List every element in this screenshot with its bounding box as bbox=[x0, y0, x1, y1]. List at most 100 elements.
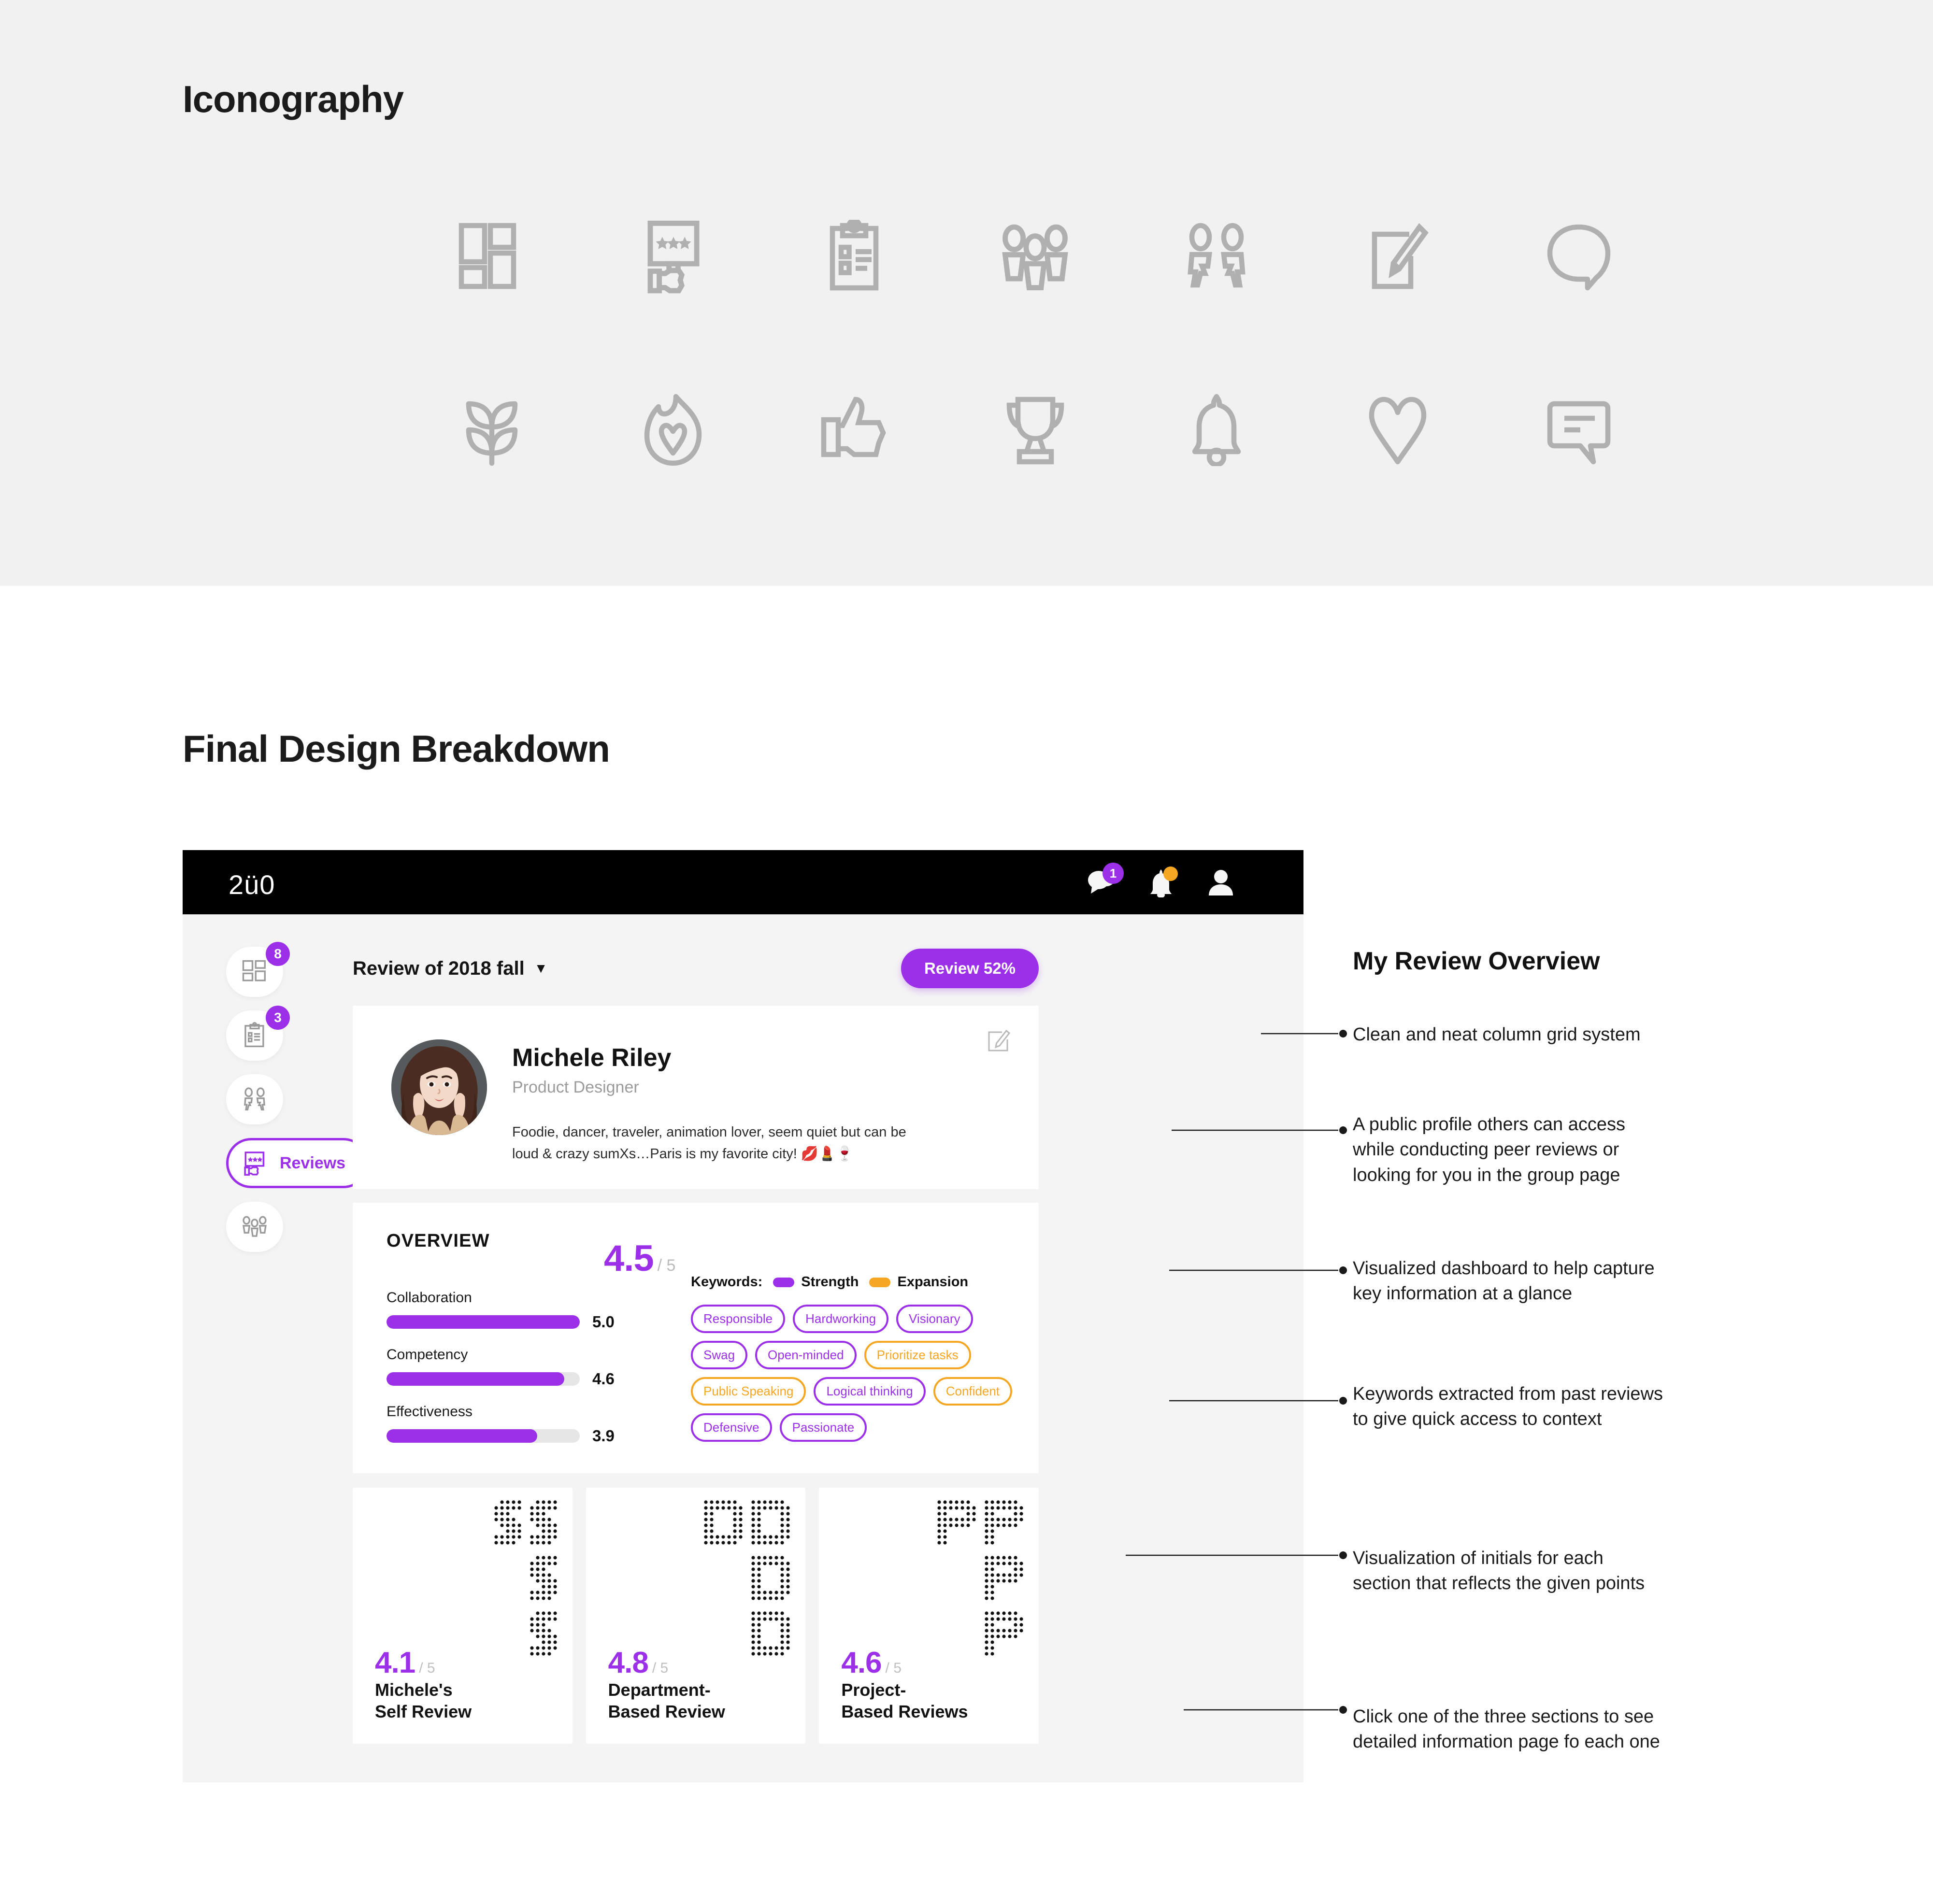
section-card-score: 4.6 bbox=[841, 1646, 882, 1679]
overview-heading: OVERVIEW bbox=[387, 1231, 490, 1251]
overview-card: OVERVIEW 4.5 / 5 Collaboration 5.0 Compe bbox=[353, 1203, 1039, 1473]
section-card-score-group: 4.6/ 5 bbox=[841, 1646, 902, 1680]
chat-icon[interactable]: 1 bbox=[1086, 863, 1124, 897]
metric-list: Collaboration 5.0 Competency 4.6 Effecti… bbox=[387, 1290, 657, 1461]
header-actions: 1 bbox=[1086, 863, 1236, 897]
metric-progress-fill bbox=[387, 1429, 537, 1443]
section-card-label: Department- Based Review bbox=[608, 1680, 725, 1721]
edit-pencil-note-icon bbox=[1307, 193, 1488, 319]
chat-unread-badge: 1 bbox=[1103, 863, 1124, 884]
review-progress-button[interactable]: Review 52% bbox=[901, 949, 1039, 988]
annotation-item: A public profile others can access while… bbox=[1353, 1114, 1625, 1185]
overview-score-max: / 5 bbox=[657, 1256, 676, 1275]
annotation-item: Click one of the three sections to see d… bbox=[1353, 1706, 1660, 1752]
metric-value: 3.9 bbox=[592, 1427, 615, 1445]
review-toolbar: Review of 2018 fall ▼ Review 52% bbox=[353, 942, 1039, 995]
keywords-legend: Keywords: Strength Expansion bbox=[691, 1274, 1010, 1290]
avatar bbox=[391, 1039, 487, 1135]
sidebar-item-tasks[interactable]: 3 bbox=[226, 1006, 290, 1061]
initial-dot-art bbox=[703, 1499, 791, 1659]
keywords-label: Keywords: bbox=[691, 1274, 763, 1290]
section-card-score-max: / 5 bbox=[652, 1660, 669, 1676]
metric-progress-track bbox=[387, 1429, 580, 1443]
keyword-chip[interactable]: Hardworking bbox=[793, 1305, 889, 1333]
keyword-chip[interactable]: Passionate bbox=[779, 1413, 867, 1442]
two-people-peer-icon bbox=[1126, 193, 1307, 319]
section-card[interactable]: 4.1/ 5 Michele's Self Review bbox=[353, 1488, 573, 1744]
keyword-chip[interactable]: Defensive bbox=[691, 1413, 772, 1442]
app-header-bar: 2ü0 1 bbox=[183, 850, 1303, 914]
profile-name: Michele Riley bbox=[512, 1044, 672, 1072]
keyword-chip[interactable]: Public Speaking bbox=[691, 1377, 806, 1406]
annotation-item: Keywords extracted from past reviews to … bbox=[1353, 1384, 1663, 1430]
sidebar-item-reviews-label: Reviews bbox=[280, 1153, 346, 1172]
profile-role: Product Designer bbox=[512, 1078, 639, 1096]
brand-logo[interactable]: 2ü0 bbox=[229, 869, 275, 900]
chat-message-icon bbox=[1488, 367, 1669, 493]
annotation-title: My Review Overview bbox=[1353, 947, 1600, 975]
sidebar-item-dashboard[interactable]: 8 bbox=[226, 942, 290, 997]
annotation-panel: My Review Overview Clean and neat column… bbox=[1353, 947, 1923, 1752]
section-card-list: 4.1/ 5 Michele's Self Review 4.8/ 5 Departm… bbox=[353, 1488, 1039, 1744]
sidebar-item-group[interactable] bbox=[226, 1202, 283, 1252]
bell-status-dot bbox=[1163, 867, 1178, 881]
bell-icon[interactable] bbox=[1146, 867, 1178, 897]
profile-bio: Foodie, dancer, traveler, animation love… bbox=[512, 1124, 906, 1162]
review-period-select[interactable]: Review of 2018 fall ▼ bbox=[353, 958, 547, 980]
keyword-chip[interactable]: Logical thinking bbox=[814, 1377, 926, 1406]
legend-swatch-strength bbox=[773, 1277, 795, 1287]
profile-card: Michele Riley Product Designer Foodie, d… bbox=[353, 1006, 1039, 1189]
sidebar-badge-tasks: 3 bbox=[266, 1006, 290, 1030]
annotation-item: Visualized dashboard to help capture key… bbox=[1353, 1258, 1655, 1304]
sidebar-rail: 8 3 Reviews bbox=[226, 942, 369, 1252]
heart-icon bbox=[1307, 367, 1488, 493]
annotation-item: Visualization of initials for each secti… bbox=[1353, 1548, 1645, 1594]
section-card-score: 4.8 bbox=[608, 1646, 649, 1679]
growth-plant-icon bbox=[401, 367, 582, 493]
keyword-chip[interactable]: Prioritize tasks bbox=[864, 1341, 971, 1369]
sidebar-item-reviews[interactable]: Reviews bbox=[226, 1138, 369, 1188]
section-card[interactable]: 4.8/ 5 Department- Based Review bbox=[586, 1488, 806, 1744]
overview-score-group: 4.5 / 5 bbox=[604, 1237, 675, 1279]
keywords-block: Keywords: Strength Expansion Responsible… bbox=[691, 1274, 1013, 1442]
main-content-column: Review of 2018 fall ▼ Review 52% Michele… bbox=[353, 942, 1039, 1744]
metric-progress-track bbox=[387, 1372, 580, 1386]
speech-bubble-icon bbox=[1488, 193, 1669, 319]
initial-dot-art bbox=[936, 1499, 1024, 1659]
thumbs-up-icon bbox=[763, 367, 945, 493]
keyword-chip[interactable]: Confident bbox=[933, 1377, 1013, 1406]
keyword-chip[interactable]: Swag bbox=[691, 1341, 748, 1369]
legend-swatch-expansion bbox=[869, 1277, 891, 1287]
section-card[interactable]: 4.6/ 5 Project- Based Reviews bbox=[819, 1488, 1039, 1744]
edit-pencil-icon[interactable] bbox=[986, 1029, 1011, 1054]
metric-progress-track bbox=[387, 1315, 580, 1329]
trophy-icon bbox=[945, 367, 1126, 493]
keyword-chip[interactable]: Visionary bbox=[896, 1305, 973, 1333]
keyword-chip[interactable]: Responsible bbox=[691, 1305, 786, 1333]
chevron-down-icon: ▼ bbox=[534, 961, 548, 976]
section-card-score: 4.1 bbox=[375, 1646, 415, 1679]
metric-progress-fill bbox=[387, 1372, 564, 1386]
legend-strength-label: Strength bbox=[801, 1274, 859, 1290]
legend-expansion-label: Expansion bbox=[897, 1274, 969, 1290]
keyword-chip-list: Responsible Hardworking Visionary Swag Open-… bbox=[691, 1305, 1024, 1442]
avatar-icon[interactable] bbox=[1206, 867, 1236, 897]
bell-icon bbox=[1126, 367, 1307, 493]
review-screen-star-icon bbox=[582, 193, 763, 319]
annotation-item: Clean and neat column grid system bbox=[1353, 1024, 1641, 1045]
section-card-score-group: 4.8/ 5 bbox=[608, 1646, 669, 1680]
overview-score: 4.5 bbox=[604, 1238, 654, 1279]
sidebar-badge-dashboard: 8 bbox=[266, 942, 290, 966]
keyword-chip[interactable]: Open-minded bbox=[755, 1341, 857, 1369]
sidebar-item-peers[interactable] bbox=[226, 1074, 283, 1124]
section-card-score-max: / 5 bbox=[419, 1660, 435, 1676]
breakdown-heading: Final Design Breakdown bbox=[183, 727, 610, 770]
initial-dot-art bbox=[493, 1499, 558, 1659]
legend-strength: Strength bbox=[773, 1274, 859, 1290]
metric-row: Competency 4.6 bbox=[387, 1347, 657, 1388]
people-group-icon bbox=[945, 193, 1126, 319]
review-period-label: Review of 2018 fall bbox=[353, 957, 525, 979]
metric-value: 5.0 bbox=[592, 1313, 615, 1331]
metric-label: Effectiveness bbox=[387, 1404, 473, 1420]
dashboard-grid-icon bbox=[401, 193, 582, 319]
